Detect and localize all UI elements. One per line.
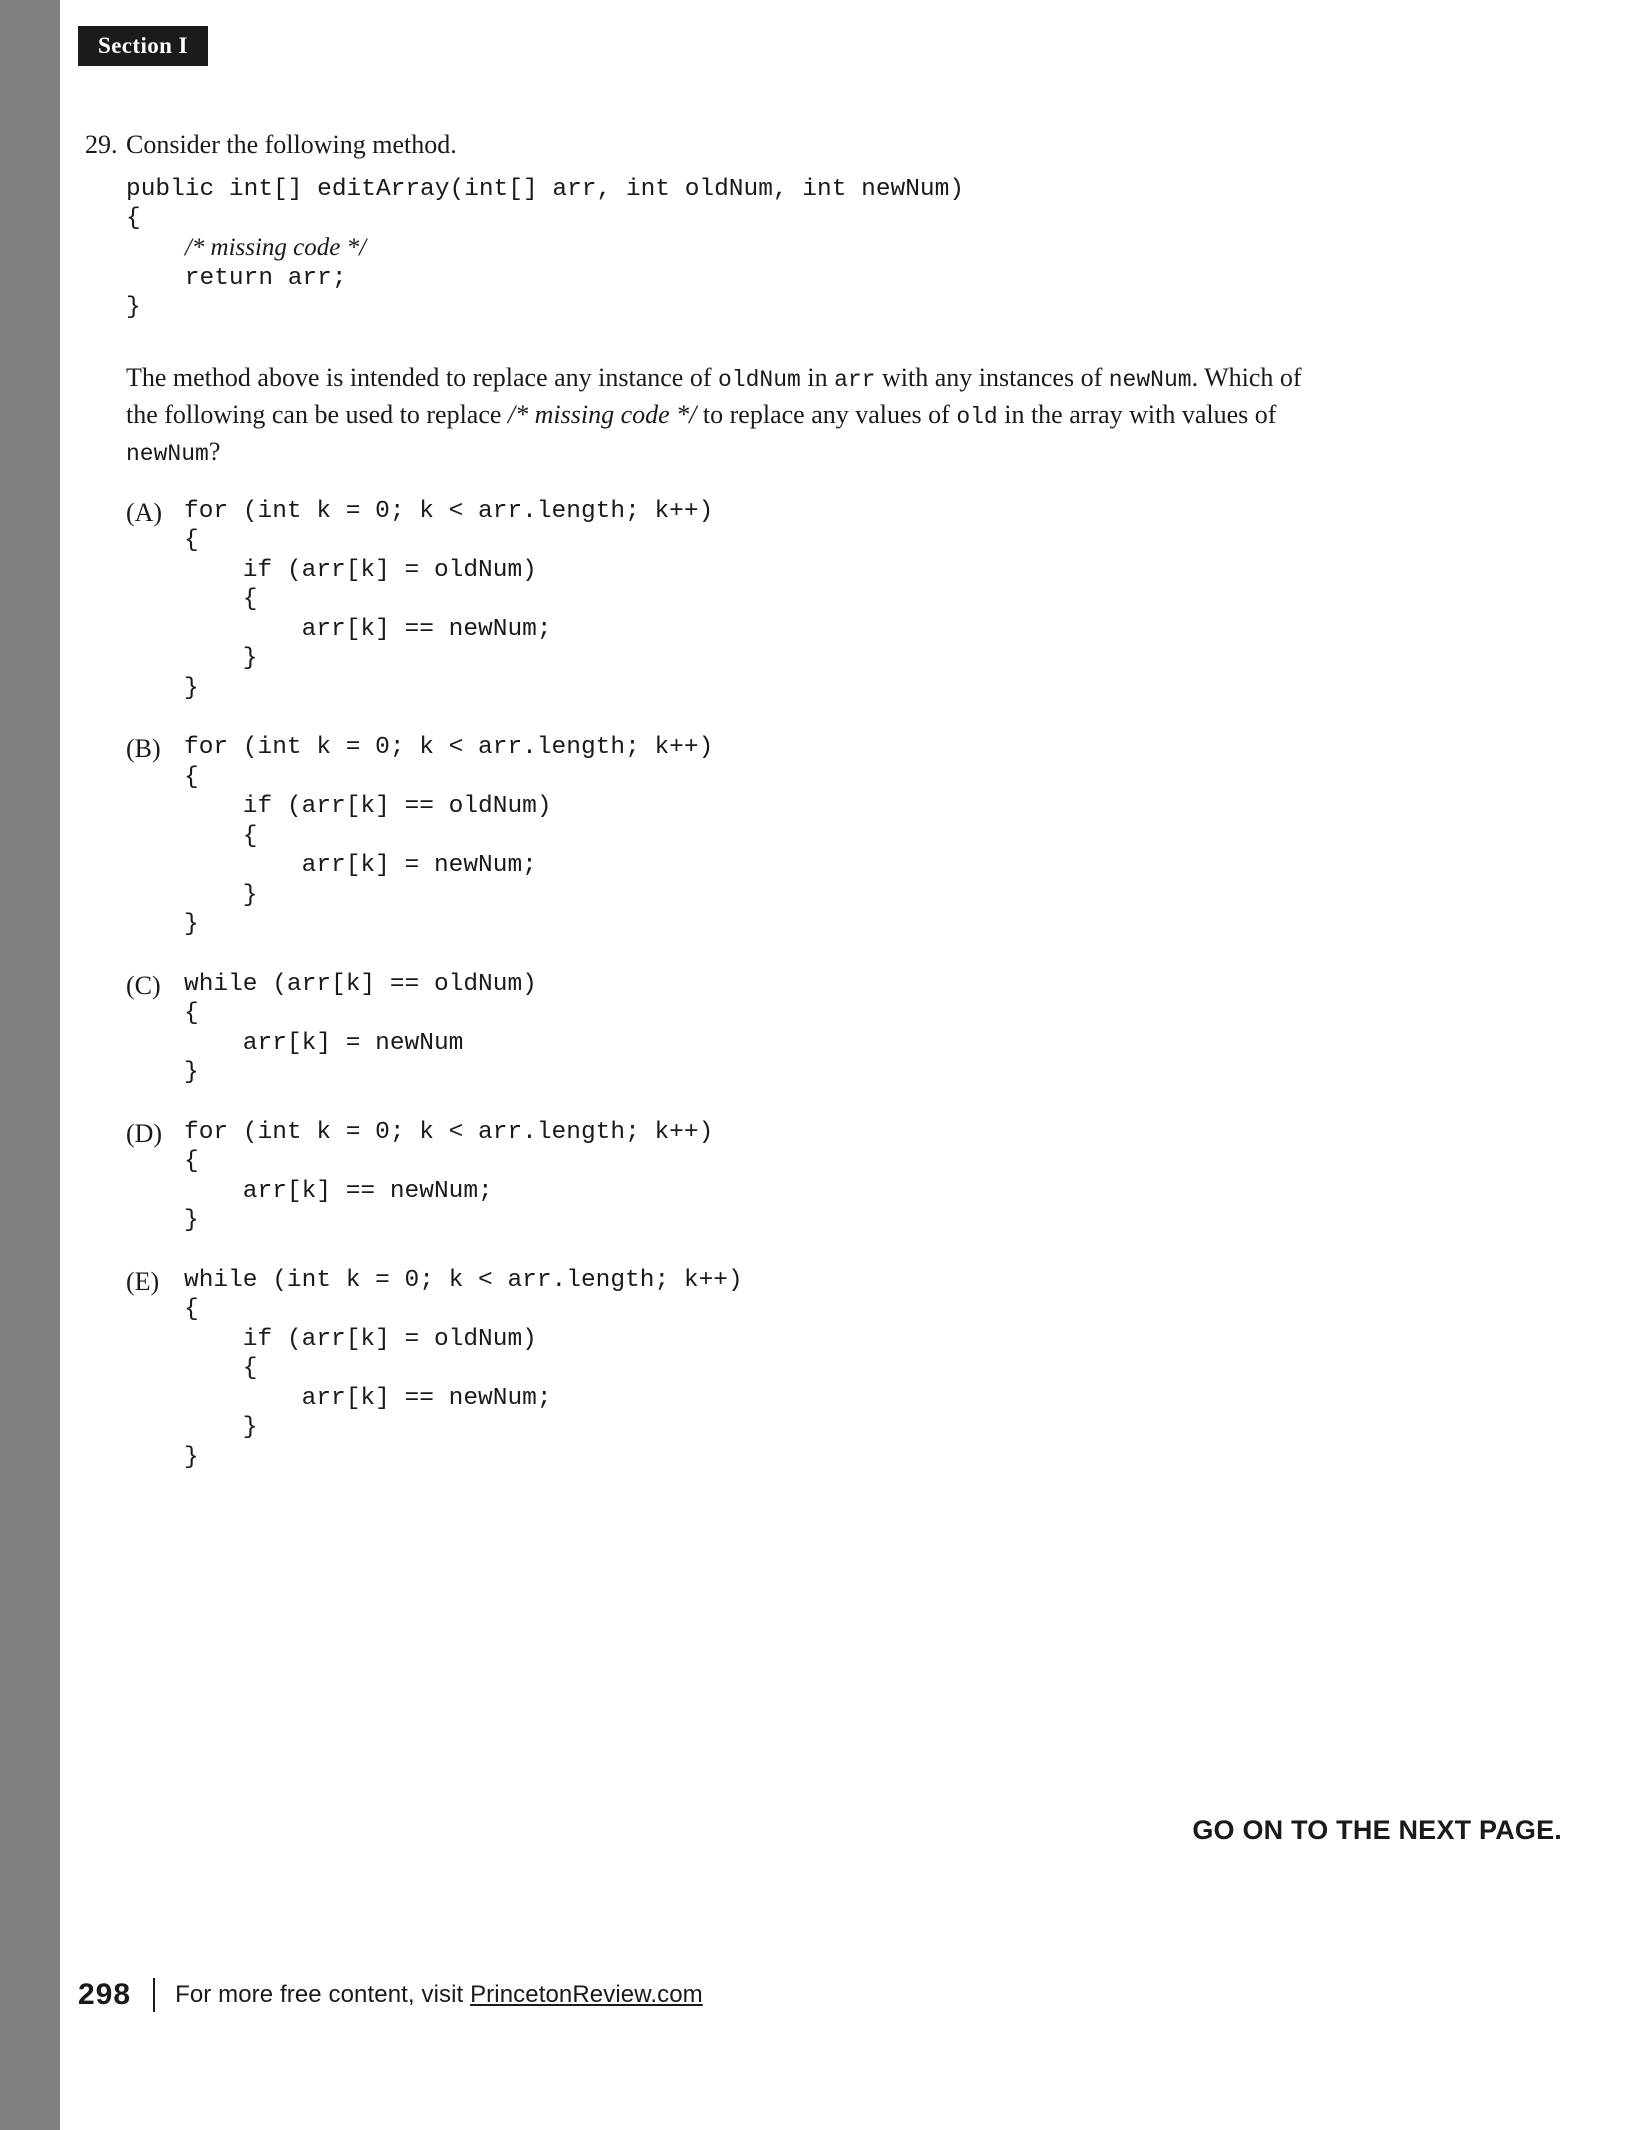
choice-letter-c: (C) [126, 970, 161, 1000]
answer-choices-list: (A) for (int k = 0; k < arr.length; k++)… [126, 497, 1560, 1473]
description-part-2: in [800, 363, 835, 393]
answer-choice-b[interactable]: (B) for (int k = 0; k < arr.length; k++)… [126, 733, 1560, 940]
description-code-arr: arr [834, 367, 876, 394]
description-code-newnum-2: newNum [126, 441, 209, 468]
stem-code-close-brace: } [126, 294, 141, 322]
answer-choice-e[interactable]: (E) while (int k = 0; k < arr.length; k+… [126, 1266, 1560, 1473]
footer-text: For more free content, visit PrincetonRe… [175, 1981, 703, 2009]
description-part-5: to replace any values of [696, 400, 957, 430]
question-description: The method above is intended to replace … [126, 360, 1326, 471]
description-part-1: The method above is intended to replace … [126, 363, 719, 393]
go-on-notice: GO ON TO THE NEXT PAGE. [1192, 1815, 1562, 1845]
description-part-6: in the array with values of [997, 400, 1277, 430]
choice-code-d: for (int k = 0; k < arr.length; k++) { a… [184, 1118, 714, 1235]
choice-letter-d: (D) [126, 1118, 163, 1148]
choice-letter-a: (A) [126, 497, 163, 527]
page-footer: 298 For more free content, visit Princet… [78, 1978, 703, 2012]
footer-text-before: For more free content, visit [175, 1981, 471, 2008]
missing-code-comment: /* missing code */ [184, 234, 367, 262]
choice-code-c: while (arr[k] == oldNum) { arr[k] = newN… [184, 970, 537, 1087]
footer-link[interactable]: PrincetonReview.com [470, 1981, 703, 2008]
page-number: 298 [78, 1978, 132, 2011]
stem-code-open-brace: { [126, 205, 141, 233]
question-prompt: Consider the following method. [126, 130, 457, 159]
stem-code-return: return arr; [126, 265, 347, 293]
description-code-oldnum: oldNum [718, 367, 801, 394]
question-heading: 29. Consider the following method. [60, 128, 1560, 161]
choice-code-b: for (int k = 0; k < arr.length; k++) { i… [184, 734, 714, 939]
description-italic-missing-code: /* missing code */ [507, 400, 697, 430]
footer-divider [153, 1978, 156, 2012]
stem-code-signature: public int[] editArray(int[] arr, int ol… [126, 176, 965, 204]
description-code-newnum: newNum [1108, 367, 1192, 394]
section-tab: Section I [78, 26, 208, 66]
answer-choice-d[interactable]: (D) for (int k = 0; k < arr.length; k++)… [126, 1118, 1560, 1236]
left-margin-bar [0, 0, 60, 2130]
question-number: 29. [85, 130, 118, 159]
answer-choice-a[interactable]: (A) for (int k = 0; k < arr.length; k++)… [126, 497, 1560, 704]
stem-code-block: public int[] editArray(int[] arr, int ol… [126, 175, 1560, 322]
description-part-3: with any instances of [875, 363, 1109, 393]
page-content: Section I 29. Consider the following met… [60, 0, 1640, 2130]
choice-letter-b: (B) [126, 734, 161, 764]
description-part-7: ? [208, 437, 221, 467]
question-block: 29. Consider the following method. publi… [60, 128, 1560, 1502]
answer-choice-c[interactable]: (C) while (arr[k] == oldNum) { arr[k] = … [126, 970, 1560, 1088]
choice-code-a: for (int k = 0; k < arr.length; k++) { i… [184, 497, 714, 702]
choice-code-e: while (int k = 0; k < arr.length; k++) {… [184, 1266, 743, 1471]
description-code-old: old [956, 404, 998, 431]
choice-letter-e: (E) [126, 1266, 160, 1296]
